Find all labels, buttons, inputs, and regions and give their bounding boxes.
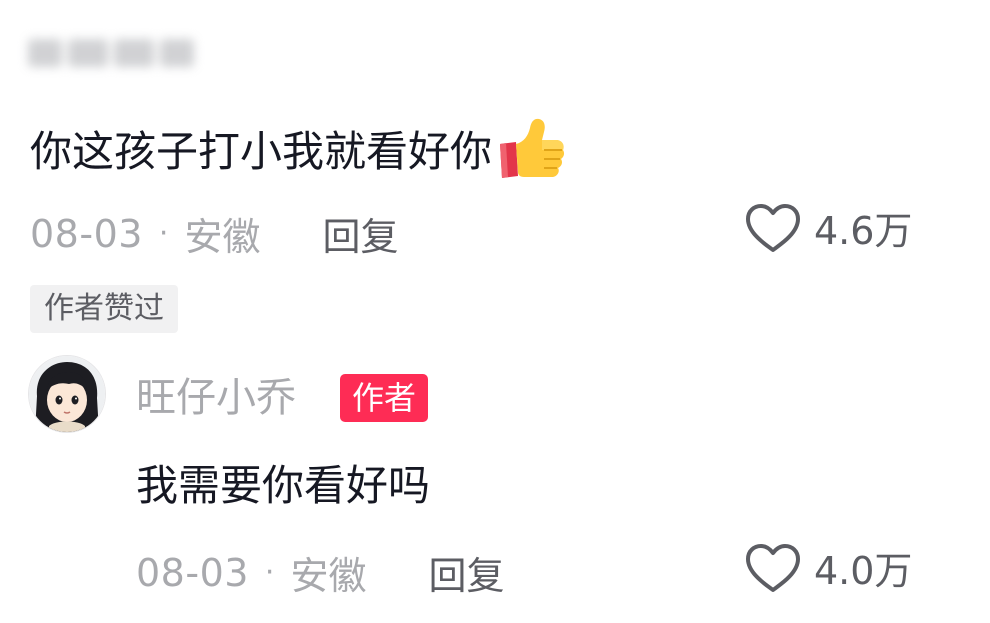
author-liked-badge: 作者赞过 bbox=[30, 285, 178, 333]
heart-icon bbox=[746, 203, 800, 252]
commenter-username-blurred[interactable] bbox=[28, 30, 228, 76]
meta-separator: · bbox=[264, 555, 275, 590]
author-badge: 作者 bbox=[340, 374, 429, 422]
reply-author-name[interactable]: 旺仔小乔 bbox=[136, 370, 296, 426]
reply-button[interactable]: 回复 bbox=[322, 206, 398, 261]
comment-location: 安徽 bbox=[184, 215, 261, 259]
like-count: 4.6万 bbox=[814, 209, 913, 253]
meta-separator: · bbox=[158, 216, 169, 251]
thumbs-up-icon bbox=[500, 118, 565, 178]
reply-text: 我需要你看好吗 bbox=[136, 461, 431, 510]
like-button[interactable]: 4.6万 bbox=[744, 200, 912, 255]
like-button[interactable]: 4.0万 bbox=[744, 540, 912, 595]
reply-body: 我需要你看好吗 bbox=[136, 456, 430, 516]
reply-meta: 08-03 · 安徽 回复 bbox=[136, 545, 505, 600]
reply-location: 安徽 bbox=[290, 554, 367, 598]
comment-text: 你这孩子打小我就看好你 bbox=[30, 127, 493, 176]
avatar-image bbox=[29, 356, 105, 432]
heart-icon bbox=[746, 543, 800, 592]
reply-date: 08-03 bbox=[136, 550, 249, 595]
avatar[interactable] bbox=[28, 355, 106, 433]
comment-meta: 08-03 · 安徽 回复 bbox=[30, 206, 399, 261]
comment-date: 08-03 bbox=[30, 211, 143, 256]
comment-body: 你这孩子打小我就看好你 bbox=[30, 114, 570, 190]
like-count: 4.0万 bbox=[814, 549, 913, 593]
reply-button[interactable]: 回复 bbox=[428, 545, 504, 600]
